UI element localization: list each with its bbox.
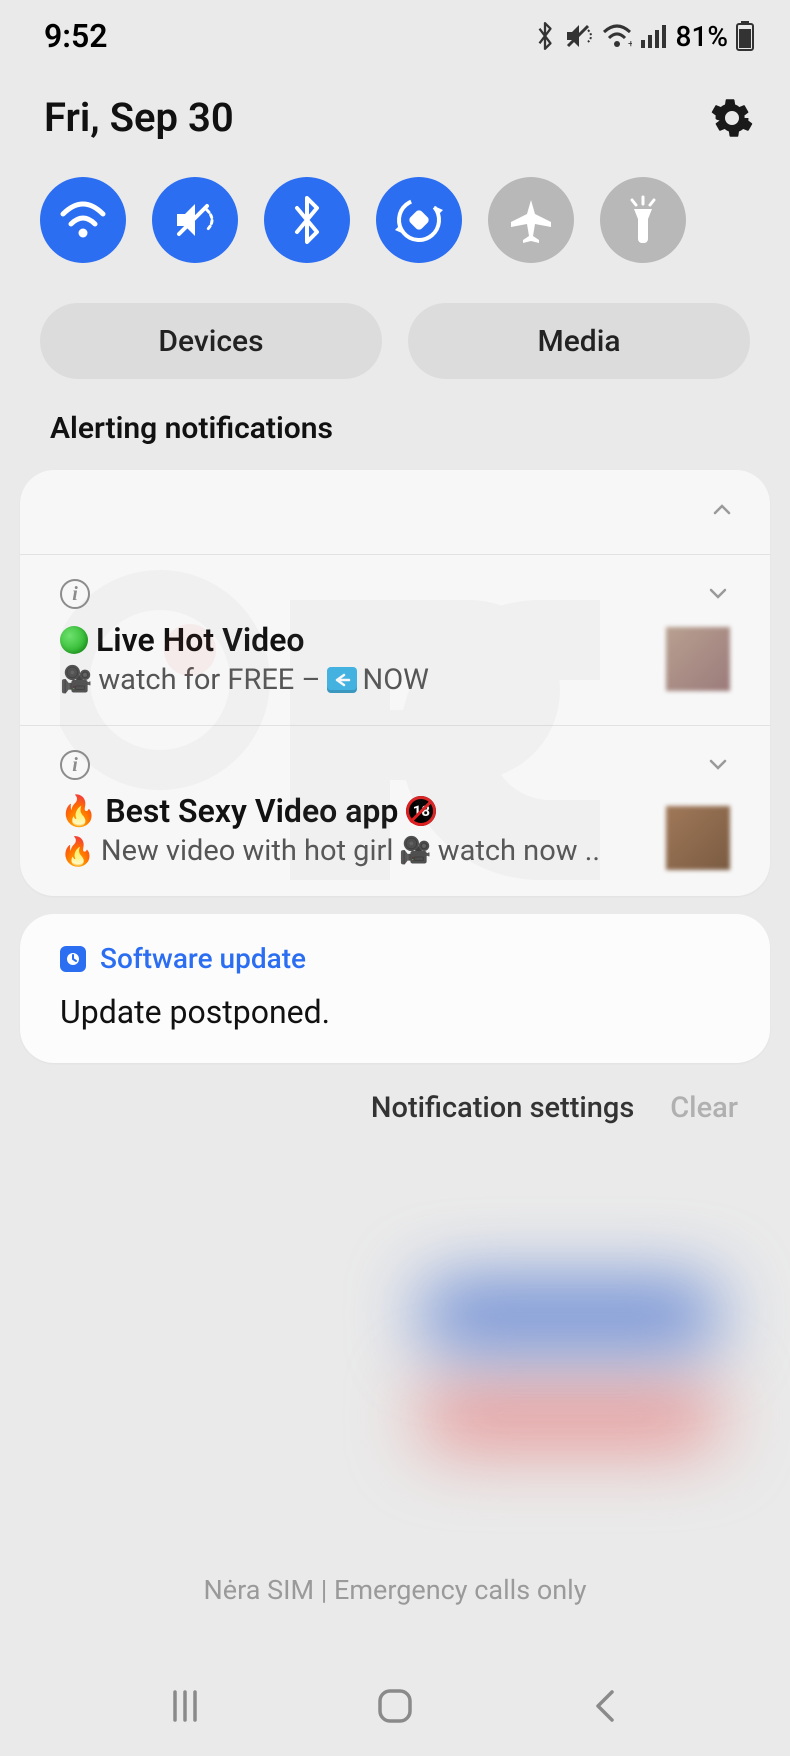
back-icon (590, 1686, 620, 1726)
home-icon (374, 1685, 416, 1727)
info-icon: i (60, 750, 90, 780)
fire-icon: 🔥 (60, 835, 95, 868)
clear-button[interactable]: Clear (670, 1091, 738, 1125)
mute-vibrate-icon (171, 198, 219, 242)
devices-pill[interactable]: Devices (40, 303, 382, 379)
chevron-down-icon (706, 581, 730, 605)
home-button[interactable] (365, 1676, 425, 1736)
software-update-card[interactable]: Software update Update postponed. (20, 914, 770, 1063)
mute-vibrate-icon (564, 22, 594, 50)
notification-group-card[interactable]: i Live Hot Video 🎥 watch for FREE – (20, 470, 770, 896)
qs-sound[interactable] (152, 177, 238, 263)
notification-settings-button[interactable]: Notification settings (371, 1091, 634, 1125)
notification-subtitle-b: NOW (363, 663, 429, 697)
notification-item[interactable]: i Live Hot Video 🎥 watch for FREE – (20, 555, 770, 725)
qs-bluetooth[interactable] (264, 177, 350, 263)
notification-thumbnail (666, 627, 730, 691)
camera-icon: 🎥 (399, 836, 431, 866)
qs-rotate[interactable] (376, 177, 462, 263)
fire-icon: 🔥 (60, 794, 97, 829)
sim-status: Nėra SIM | Emergency calls only (0, 1574, 790, 1606)
notification-subtitle-a: New video with hot girl (101, 834, 394, 868)
no-under-18-icon: 18 (406, 796, 436, 826)
battery-icon (736, 21, 754, 51)
software-update-body: Update postponed. (60, 993, 730, 1031)
status-bar: 9:52 + 81% (0, 0, 790, 60)
status-time: 9:52 (44, 17, 108, 55)
notification-thumbnail (666, 806, 730, 870)
qs-wifi[interactable] (40, 177, 126, 263)
notification-subtitle-b: watch now .. (438, 834, 600, 868)
qs-airplane[interactable] (488, 177, 574, 263)
arrow-left-box-icon (327, 667, 357, 693)
chevron-up-icon (710, 498, 734, 522)
signal-icon (640, 24, 666, 48)
recents-button[interactable] (155, 1676, 215, 1736)
notification-title: Live Hot Video (96, 621, 305, 659)
shade-header: Fri, Sep 30 (0, 60, 790, 141)
bluetooth-icon (534, 21, 556, 51)
expand-notification-button[interactable] (706, 752, 730, 780)
collapse-group-button[interactable] (710, 498, 734, 526)
software-update-label: Software update (100, 942, 306, 975)
wifi-icon (59, 200, 107, 240)
chevron-down-icon (706, 752, 730, 776)
bluetooth-icon (291, 196, 323, 244)
quick-settings-row (0, 141, 790, 263)
gear-icon (711, 97, 753, 139)
battery-percent: 81% (676, 20, 728, 53)
navigation-bar (0, 1656, 790, 1756)
back-button[interactable] (575, 1676, 635, 1736)
auto-rotate-icon (394, 195, 444, 245)
date-label: Fri, Sep 30 (44, 94, 234, 141)
info-icon: i (60, 579, 90, 609)
expand-notification-button[interactable] (706, 581, 730, 609)
qs-flashlight[interactable] (600, 177, 686, 263)
settings-button[interactable] (710, 96, 754, 140)
recents-icon (165, 1686, 205, 1726)
media-pill[interactable]: Media (408, 303, 750, 379)
green-dot-icon (60, 626, 88, 654)
notification-title: Best Sexy Video app (105, 792, 398, 830)
software-update-icon (60, 946, 86, 972)
notification-item[interactable]: i 🔥 Best Sexy Video app 18 🔥 Ne (20, 726, 770, 896)
wifi-icon: + (602, 24, 632, 48)
notification-subtitle-a: watch for FREE – (98, 663, 320, 697)
flashlight-icon (624, 195, 662, 245)
svg-text:+: + (628, 39, 632, 48)
alerting-section-title: Alerting notifications (0, 379, 790, 446)
camera-icon: 🎥 (60, 665, 92, 695)
airplane-icon (507, 196, 555, 244)
